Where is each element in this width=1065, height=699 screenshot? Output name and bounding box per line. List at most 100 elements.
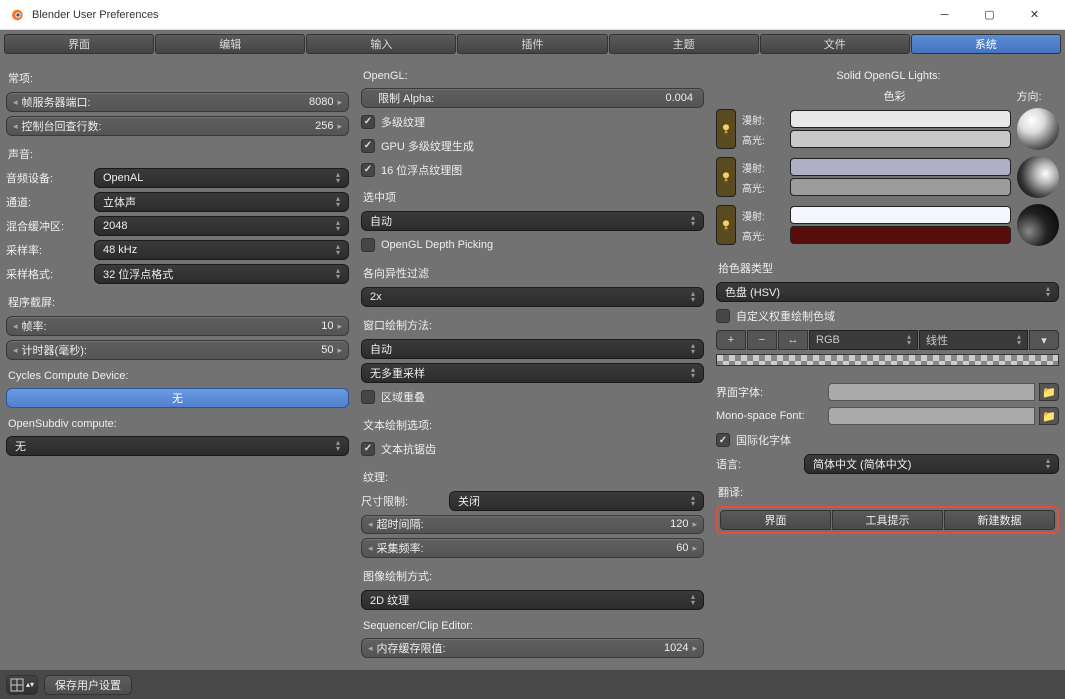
diffuse-swatch-1[interactable] bbox=[790, 158, 1011, 176]
mix-buffer-label: 混合缓冲区: bbox=[6, 218, 86, 234]
chevron-right-icon[interactable]: ▸ bbox=[692, 519, 697, 530]
mix-buffer-select[interactable]: 2048 ▴▾ bbox=[94, 216, 349, 236]
fps-field[interactable]: ◂ 帧率: 10 ▸ bbox=[6, 316, 349, 336]
timeout-field[interactable]: ◂ 超时间隔: 120 ▸ bbox=[361, 515, 704, 535]
chevron-updown-icon: ▴▾ bbox=[336, 220, 340, 232]
light-toggle-2[interactable] bbox=[716, 205, 736, 245]
color-ramp-toolbar: + − ↔ RGB▴▾ 线性▴▾ ▾ bbox=[716, 330, 1059, 350]
close-button[interactable]: ✕ bbox=[1012, 1, 1057, 29]
timer-field[interactable]: ◂ 计时器(毫秒): 50 ▸ bbox=[6, 340, 349, 360]
sample-format-select[interactable]: 32 位浮点格式 ▴▾ bbox=[94, 264, 349, 284]
chevron-right-icon[interactable]: ▸ bbox=[337, 321, 342, 332]
gpu-mipmap-checkbox[interactable] bbox=[361, 139, 375, 153]
tab-interface[interactable]: 界面 bbox=[4, 34, 154, 54]
chevron-updown-icon: ▴▾ bbox=[26, 680, 34, 689]
tab-themes[interactable]: 主题 bbox=[609, 34, 759, 54]
add-stop-button[interactable]: + bbox=[716, 330, 746, 350]
specular-swatch-2[interactable] bbox=[790, 226, 1011, 244]
color-ramp-preview[interactable] bbox=[716, 354, 1059, 366]
interpolation-select[interactable]: 线性▴▾ bbox=[919, 330, 1028, 350]
clip-alpha-field[interactable]: 限制 Alpha: 0.004 bbox=[361, 88, 704, 108]
titlebar: Blender User Preferences ─ ▢ ✕ bbox=[0, 0, 1065, 30]
ramp-menu-button[interactable]: ▾ bbox=[1029, 330, 1059, 350]
audio-device-select[interactable]: OpenAL ▴▾ bbox=[94, 168, 349, 188]
custom-weight-checkbox[interactable] bbox=[716, 309, 730, 323]
col-general: 常项: ◂ 帧服务器端口: 8080 ▸ ◂ 控制台回查行数: 256 ▸ 声音… bbox=[6, 64, 349, 658]
editor-icon bbox=[10, 678, 24, 692]
sound-label: 声音: bbox=[6, 146, 349, 162]
chevron-right-icon[interactable]: ▸ bbox=[692, 543, 697, 554]
mipmaps-checkbox[interactable] bbox=[361, 115, 375, 129]
diffuse-swatch-2[interactable] bbox=[790, 206, 1011, 224]
chevron-updown-icon: ▴▾ bbox=[336, 196, 340, 208]
chevron-updown-icon: ▴▾ bbox=[691, 594, 695, 606]
direction-sphere-0[interactable] bbox=[1017, 108, 1059, 150]
minimize-button[interactable]: ─ bbox=[922, 1, 967, 29]
remove-stop-button[interactable]: − bbox=[747, 330, 777, 350]
direction-sphere-1[interactable] bbox=[1017, 156, 1059, 198]
specular-swatch-1[interactable] bbox=[790, 178, 1011, 196]
text-aa-checkbox[interactable] bbox=[361, 442, 375, 456]
collect-rate-field[interactable]: ◂ 采集频率: 60 ▸ bbox=[361, 538, 704, 558]
footer: ▴▾ 保存用户设置 bbox=[0, 670, 1065, 699]
mem-cache-field[interactable]: ◂ 内存缓存限值: 1024 ▸ bbox=[361, 638, 704, 658]
tab-system[interactable]: 系统 bbox=[911, 34, 1061, 54]
interface-font-input[interactable] bbox=[828, 383, 1035, 401]
diffuse-swatch-0[interactable] bbox=[790, 110, 1011, 128]
multisample-select[interactable]: 无多重采样 ▴▾ bbox=[361, 363, 704, 383]
direction-sphere-2[interactable] bbox=[1017, 204, 1059, 246]
i18n-fonts-checkbox[interactable] bbox=[716, 433, 730, 447]
maximize-button[interactable]: ▢ bbox=[967, 1, 1012, 29]
interface-font-browse-button[interactable]: 📁 bbox=[1039, 383, 1059, 401]
region-overlap-checkbox[interactable] bbox=[361, 390, 375, 404]
console-scrollback-field[interactable]: ◂ 控制台回查行数: 256 ▸ bbox=[6, 116, 349, 136]
window-draw-select[interactable]: 自动 ▴▾ bbox=[361, 339, 704, 359]
color-header: 色彩 bbox=[790, 88, 999, 104]
specular-label: 高光: bbox=[742, 180, 784, 195]
language-select[interactable]: 简体中文 (简体中文) ▴▾ bbox=[804, 454, 1059, 474]
opensubdiv-select[interactable]: 无 ▴▾ bbox=[6, 436, 349, 456]
specular-swatch-0[interactable] bbox=[790, 130, 1011, 148]
chevron-right-icon[interactable]: ▸ bbox=[692, 643, 697, 654]
picker-type-select[interactable]: 色盘 (HSV) ▴▾ bbox=[716, 282, 1059, 302]
sample-format-label: 采样格式: bbox=[6, 266, 86, 282]
text-render-label: 文本绘制选项: bbox=[361, 417, 704, 433]
translate-tooltips-button[interactable]: 工具提示 bbox=[832, 510, 943, 530]
header-tabs: 界面 编辑 输入 插件 主题 文件 系统 bbox=[4, 34, 1061, 54]
save-prefs-button[interactable]: 保存用户设置 bbox=[44, 675, 132, 695]
tab-editing[interactable]: 编辑 bbox=[155, 34, 305, 54]
image-draw-select[interactable]: 2D 纹理 ▴▾ bbox=[361, 590, 704, 610]
selection-select[interactable]: 自动 ▴▾ bbox=[361, 211, 704, 231]
chevron-right-icon[interactable]: ▸ bbox=[337, 345, 342, 356]
opensubdiv-label: OpenSubdiv compute: bbox=[6, 418, 349, 430]
frame-server-port-field[interactable]: ◂ 帧服务器端口: 8080 ▸ bbox=[6, 92, 349, 112]
tab-input[interactable]: 输入 bbox=[306, 34, 456, 54]
blender-icon bbox=[8, 7, 24, 23]
tab-addons[interactable]: 插件 bbox=[457, 34, 607, 54]
chevron-updown-icon: ▴▾ bbox=[691, 291, 695, 303]
translate-interface-button[interactable]: 界面 bbox=[720, 510, 831, 530]
sample-rate-select[interactable]: 48 kHz ▴▾ bbox=[94, 240, 349, 260]
cycles-none-button[interactable]: 无 bbox=[6, 388, 349, 408]
mono-font-label: Mono-space Font: bbox=[716, 410, 824, 422]
depth-picking-checkbox[interactable] bbox=[361, 238, 375, 252]
chevron-right-icon[interactable]: ▸ bbox=[337, 97, 342, 108]
lamp-icon bbox=[719, 122, 733, 136]
light-row-0: 漫射: 高光: bbox=[716, 108, 1059, 150]
translate-newdata-button[interactable]: 新建数据 bbox=[944, 510, 1055, 530]
anisotropic-select[interactable]: 2x ▴▾ bbox=[361, 287, 704, 307]
chevron-updown-icon: ▴▾ bbox=[336, 440, 340, 452]
size-limit-select[interactable]: 关闭 ▴▾ bbox=[449, 491, 704, 511]
editor-type-button[interactable]: ▴▾ bbox=[6, 675, 38, 695]
flip-button[interactable]: ↔ bbox=[778, 330, 808, 350]
tab-file[interactable]: 文件 bbox=[760, 34, 910, 54]
mono-font-browse-button[interactable]: 📁 bbox=[1039, 407, 1059, 425]
colorspace-select[interactable]: RGB▴▾ bbox=[809, 330, 918, 350]
mono-font-input[interactable] bbox=[828, 407, 1035, 425]
chevron-right-icon[interactable]: ▸ bbox=[337, 121, 342, 132]
channel-select[interactable]: 立体声 ▴▾ bbox=[94, 192, 349, 212]
chevron-updown-icon: ▴▾ bbox=[336, 244, 340, 256]
light-toggle-1[interactable] bbox=[716, 157, 736, 197]
float16-checkbox[interactable] bbox=[361, 163, 375, 177]
light-toggle-0[interactable] bbox=[716, 109, 736, 149]
